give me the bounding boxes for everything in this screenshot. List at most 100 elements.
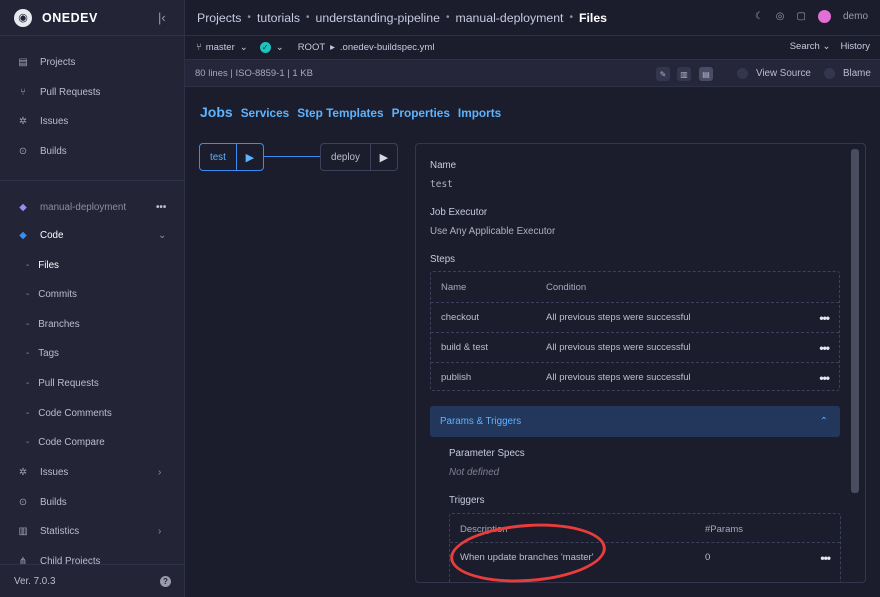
dark-mode-icon[interactable]: ☾ bbox=[755, 11, 764, 22]
sidebar-item-label: Pull Requests bbox=[38, 377, 99, 389]
file-path: .onedev-buildspec.yml bbox=[339, 42, 435, 53]
chevron-down-icon[interactable]: ⌄ bbox=[276, 42, 284, 53]
sidebar-item-branches[interactable]: - Branches bbox=[0, 311, 184, 337]
sidebar-item-label: Issues bbox=[40, 115, 69, 127]
sidebar-item-code-comments[interactable]: - Code Comments bbox=[0, 400, 184, 426]
alert-icon[interactable]: ▢ bbox=[797, 11, 806, 22]
branch-icon: ⑂ bbox=[196, 42, 202, 53]
sidebar-item-label: Issues bbox=[40, 466, 69, 478]
chevron-down-icon[interactable]: ⌄ bbox=[240, 42, 248, 53]
bug-icon: ✲ bbox=[18, 115, 28, 127]
file-meta: 80 lines | ISO-8859-1 | 1 KB bbox=[195, 67, 313, 79]
sidebar-item-code-pull-requests[interactable]: - Pull Requests bbox=[0, 370, 184, 396]
git-icon: ◆ bbox=[19, 229, 27, 241]
sidebar-item-project-issues[interactable]: ✲ Issues › bbox=[0, 459, 184, 485]
scrollbar[interactable] bbox=[851, 149, 859, 493]
sidebar-item-label: Code bbox=[40, 229, 64, 241]
run-job-icon[interactable]: ▶ bbox=[369, 144, 397, 170]
sidebar-item-label: Code Compare bbox=[38, 436, 105, 448]
breadcrumb-tutorials[interactable]: tutorials bbox=[257, 11, 300, 25]
blame-toggle[interactable]: Blame bbox=[824, 68, 871, 79]
more-options-icon[interactable]: ••• bbox=[819, 341, 830, 355]
more-options-icon[interactable]: ••• bbox=[820, 551, 831, 565]
sidebar-item-commits[interactable]: - Commits bbox=[0, 281, 184, 307]
collapse-sidebar-icon[interactable]: |‹ bbox=[158, 10, 166, 25]
root-link[interactable]: ROOT bbox=[298, 42, 325, 53]
play-circle-icon: ⊙ bbox=[18, 496, 28, 508]
sidebar-item-label: Statistics bbox=[40, 525, 80, 537]
sidebar-item-label: Builds bbox=[40, 145, 67, 157]
table-row[interactable]: checkout All previous steps were success… bbox=[431, 302, 839, 332]
parameter-specs-label: Parameter Specs bbox=[449, 448, 525, 459]
brand[interactable]: ◉ ONEDEV |‹ bbox=[0, 0, 184, 36]
view-source-toggle[interactable]: View Source bbox=[737, 68, 811, 79]
sidebar-divider bbox=[0, 180, 184, 181]
tab-jobs[interactable]: Jobs bbox=[200, 104, 233, 120]
sidebar-item-files[interactable]: - Files bbox=[0, 252, 184, 278]
triggers-label: Triggers bbox=[449, 495, 485, 506]
table-row[interactable]: publish All previous steps were successf… bbox=[431, 362, 839, 392]
sidebar-item-builds[interactable]: ⊙ Builds bbox=[0, 138, 184, 164]
chevron-right-icon: › bbox=[158, 525, 162, 537]
tab-properties[interactable]: Properties bbox=[392, 106, 450, 120]
sidebar-item-projects[interactable]: ▤ Projects bbox=[0, 49, 184, 75]
sidebar-item-label: Commits bbox=[38, 288, 77, 300]
sidebar-item-project-builds[interactable]: ⊙ Builds bbox=[0, 489, 184, 515]
job-test[interactable]: test ▶ bbox=[199, 143, 264, 171]
file-info-bar: 80 lines | ISO-8859-1 | 1 KB ✎ ▥ ▤ View … bbox=[185, 60, 880, 87]
more-options-icon[interactable]: ••• bbox=[819, 371, 830, 385]
sidebar-project[interactable]: ◆ manual-deployment ••• bbox=[0, 194, 184, 220]
rendered-view-icon[interactable]: ▤ bbox=[699, 67, 713, 81]
table-row[interactable]: build & test All previous steps were suc… bbox=[431, 332, 839, 362]
sidebar-item-code[interactable]: ◆ Code ⌄ bbox=[0, 222, 184, 248]
github-icon[interactable]: ◎ bbox=[776, 11, 785, 22]
username[interactable]: demo bbox=[843, 11, 868, 22]
sidebar-item-pull-requests[interactable]: ⑂ Pull Requests bbox=[0, 79, 184, 105]
run-job-icon[interactable]: ▶ bbox=[235, 144, 263, 170]
steps-label: Steps bbox=[430, 254, 456, 265]
avatar[interactable] bbox=[817, 10, 831, 23]
job-name: deploy bbox=[331, 151, 360, 163]
parameter-specs-value: Not defined bbox=[449, 467, 500, 478]
brand-name: ONEDEV bbox=[42, 10, 98, 25]
project-menu-icon[interactable]: ••• bbox=[156, 202, 166, 213]
path-separator-icon: ▸ bbox=[330, 42, 335, 53]
sidebar-item-label: Code Comments bbox=[38, 407, 112, 419]
bar-chart-icon: ▥ bbox=[18, 525, 28, 537]
sidebar-item-label: Pull Requests bbox=[40, 86, 101, 98]
sidebar-item-issues[interactable]: ✲ Issues bbox=[0, 108, 184, 134]
chevron-up-icon: ⌃ bbox=[819, 416, 828, 427]
breadcrumb-understanding-pipeline[interactable]: understanding-pipeline bbox=[316, 11, 440, 25]
table-header: Name Condition bbox=[441, 281, 587, 293]
pull-request-icon: ⑂ bbox=[20, 86, 26, 98]
projects-icon: ▤ bbox=[18, 56, 28, 68]
page-title: Files bbox=[579, 10, 608, 25]
sidebar: ◉ ONEDEV |‹ ▤ Projects ⑂ Pull Requests ✲ Is… bbox=[0, 0, 185, 597]
tab-imports[interactable]: Imports bbox=[458, 106, 501, 120]
sidebar-item-code-compare[interactable]: - Code Compare bbox=[0, 429, 184, 455]
job-deploy[interactable]: deploy ▶ bbox=[320, 143, 398, 171]
name-label: Name bbox=[430, 160, 457, 171]
delete-icon[interactable]: ▥ bbox=[677, 67, 691, 81]
more-options-icon[interactable]: ••• bbox=[819, 311, 830, 325]
search-dropdown[interactable]: Search ⌄ bbox=[790, 41, 831, 52]
build-status-icon[interactable]: ✓ bbox=[259, 42, 271, 53]
params-triggers-header[interactable]: Params & Triggers ⌃ bbox=[430, 406, 840, 437]
history-link[interactable]: History bbox=[840, 41, 870, 52]
sidebar-item-statistics[interactable]: ▥ Statistics › bbox=[0, 518, 184, 544]
breadcrumb-manual-deployment[interactable]: manual-deployment bbox=[455, 11, 563, 25]
help-icon[interactable]: ? bbox=[160, 575, 171, 587]
branch-selector[interactable]: master bbox=[206, 42, 235, 53]
sidebar-item-label: Branches bbox=[38, 318, 80, 330]
rocket-icon: ◆ bbox=[19, 201, 27, 213]
edit-icon[interactable]: ✎ bbox=[656, 67, 670, 81]
tab-services[interactable]: Services bbox=[241, 106, 290, 120]
version-bar: Ver. 7.0.3 ? bbox=[0, 564, 184, 597]
file-toolbar: ⑂ master ⌄ ✓ ⌄ ROOT ▸ .onedev-buildspec.… bbox=[185, 36, 880, 60]
version-label: Ver. 7.0.3 bbox=[14, 575, 56, 587]
project-name: manual-deployment bbox=[40, 201, 127, 213]
onedev-logo-icon: ◉ bbox=[14, 8, 32, 27]
breadcrumb-projects[interactable]: Projects bbox=[197, 11, 241, 25]
sidebar-item-tags[interactable]: - Tags bbox=[0, 340, 184, 366]
tab-step-templates[interactable]: Step Templates bbox=[297, 106, 383, 120]
